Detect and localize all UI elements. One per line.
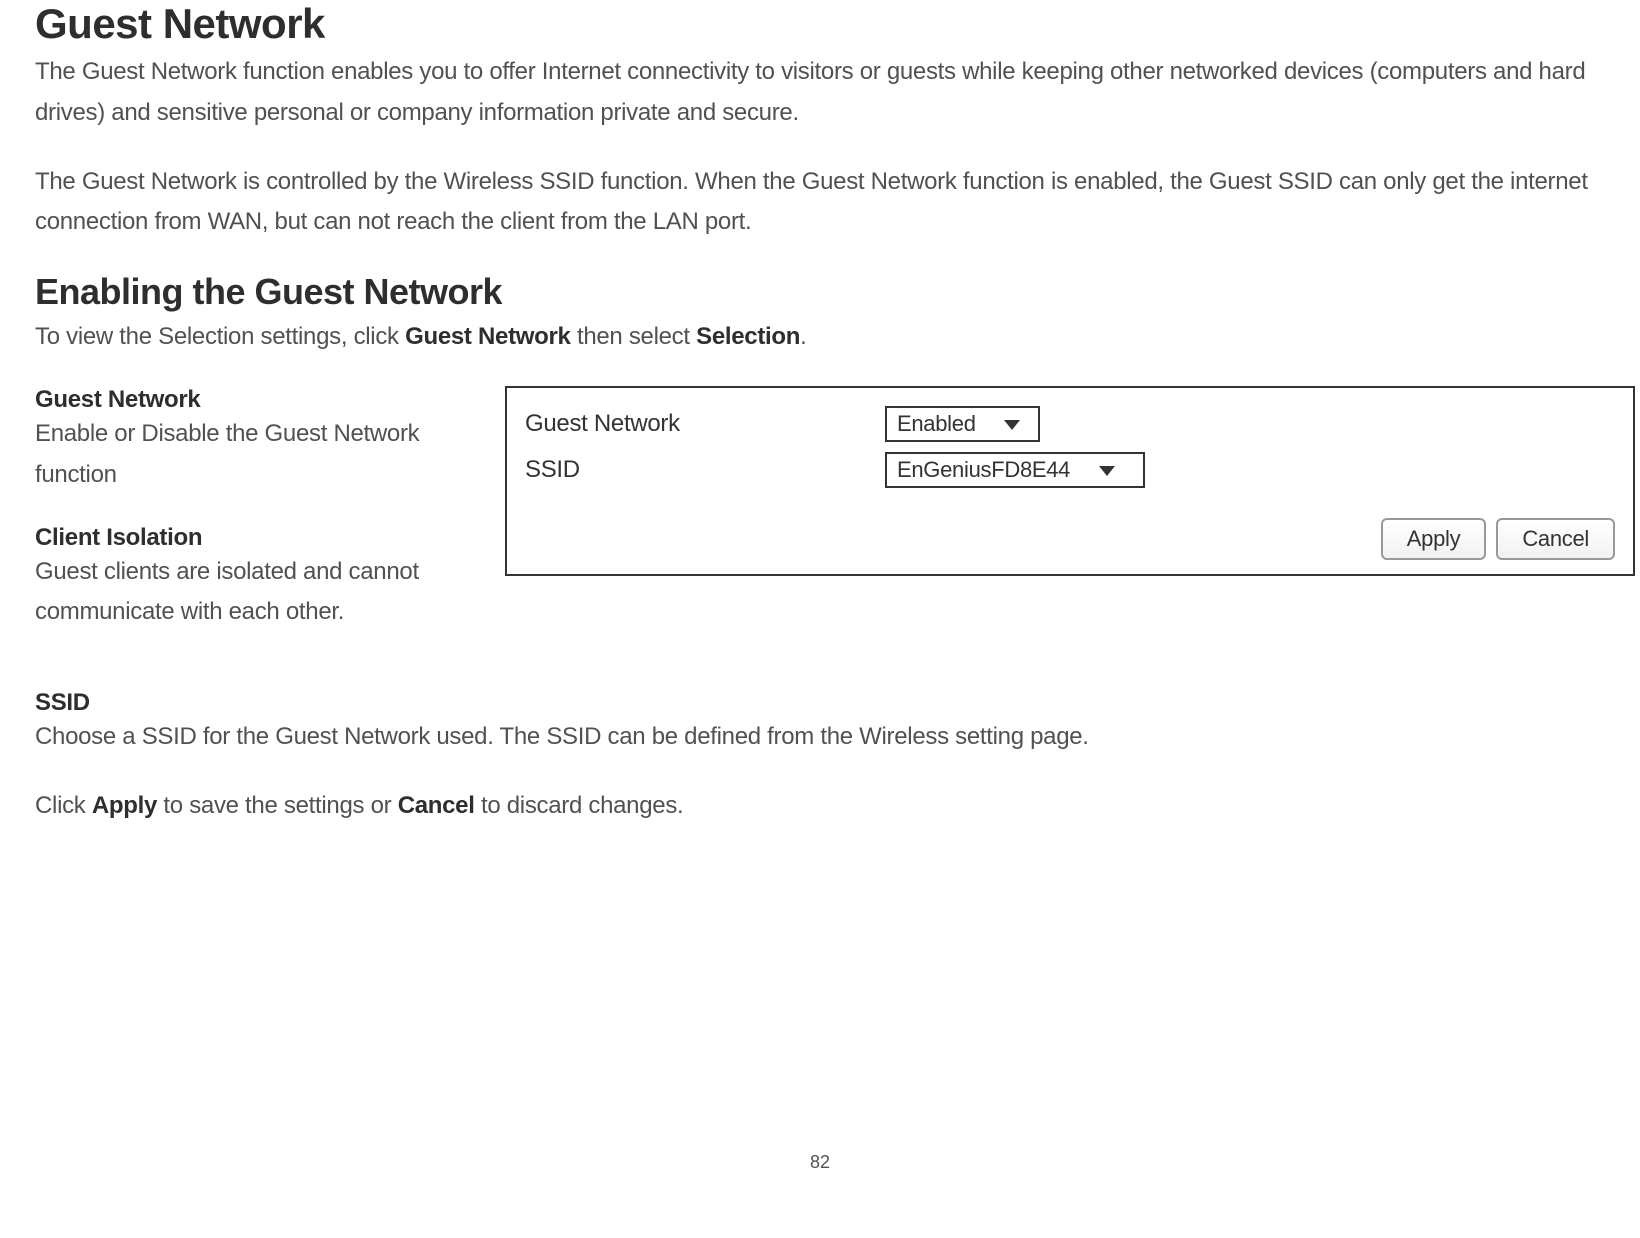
section-heading-enabling: Enabling the Guest Network [35, 271, 1605, 313]
def-client-isolation-desc: Guest clients are isolated and cannot co… [35, 552, 475, 634]
footer-prefix: Click [35, 792, 92, 819]
footer-instruction: Click Apply to save the settings or Canc… [35, 786, 1605, 827]
guest-network-select[interactable]: Enabled [885, 406, 1040, 442]
instruction-bold-2: Selection [696, 323, 800, 350]
footer-mid: to save the settings or [157, 792, 398, 819]
cancel-button[interactable]: Cancel [1496, 518, 1615, 560]
footer-bold-2: Cancel [398, 792, 475, 819]
instruction-text: To view the Selection settings, click Gu… [35, 317, 1605, 358]
instruction-bold-1: Guest Network [405, 323, 570, 350]
def-guest-network-desc: Enable or Disable the Guest Network func… [35, 414, 475, 496]
apply-button[interactable]: Apply [1381, 518, 1487, 560]
panel-label-ssid: SSID [525, 456, 885, 484]
page-title: Guest Network [35, 0, 1605, 48]
intro-paragraph-2: The Guest Network is controlled by the W… [35, 162, 1605, 244]
footer-bold-1: Apply [92, 792, 157, 819]
page-number: 82 [35, 1152, 1605, 1173]
def-client-isolation-title: Client Isolation [35, 524, 475, 552]
def-guest-network-title: Guest Network [35, 386, 475, 414]
settings-panel: Guest Network Enabled SSID EnGeniusFD8E4… [505, 386, 1635, 576]
intro-paragraph-1: The Guest Network function enables you t… [35, 52, 1605, 134]
instruction-mid: then select [571, 323, 697, 350]
footer-suffix: to discard changes. [475, 792, 684, 819]
ssid-select[interactable]: EnGeniusFD8E44 [885, 452, 1145, 488]
panel-label-guest-network: Guest Network [525, 410, 885, 438]
instruction-suffix: . [800, 323, 806, 350]
instruction-prefix: To view the Selection settings, click [35, 323, 405, 350]
def-ssid-title: SSID [35, 689, 1605, 717]
def-ssid-desc: Choose a SSID for the Guest Network used… [35, 717, 1605, 758]
